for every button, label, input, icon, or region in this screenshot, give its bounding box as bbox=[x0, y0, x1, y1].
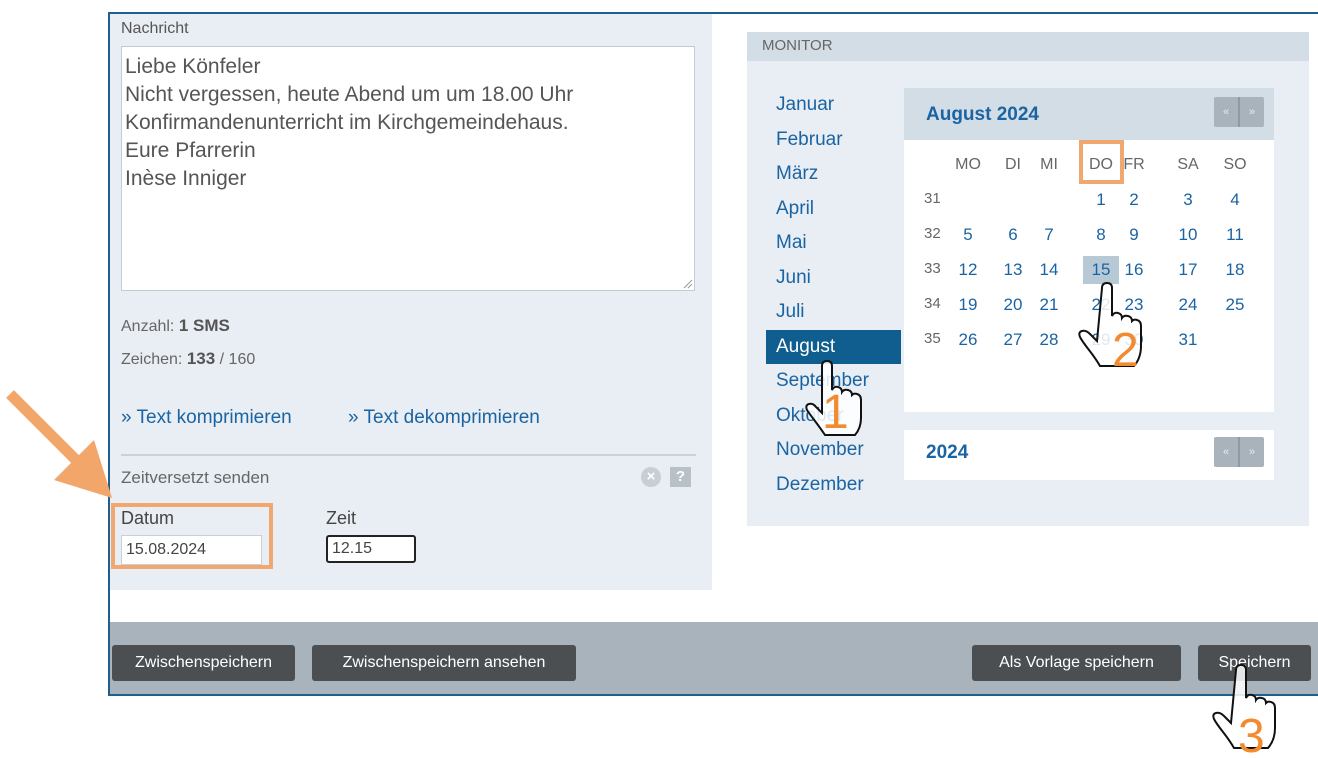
month-item[interactable]: April bbox=[766, 192, 901, 226]
save-template-button[interactable]: Als Vorlage speichern bbox=[972, 645, 1181, 681]
sms-count-label: Anzahl: bbox=[121, 318, 175, 335]
calendar-day[interactable]: 16 bbox=[1116, 256, 1152, 284]
next-year-button[interactable]: » bbox=[1240, 437, 1264, 467]
step-3-label: 3 bbox=[1238, 710, 1265, 758]
week-number: 32 bbox=[924, 225, 941, 242]
month-item[interactable]: Mai bbox=[766, 226, 901, 260]
calendar-day[interactable]: 27 bbox=[995, 326, 1031, 354]
message-textarea[interactable]: Liebe Könfeler Nicht vergessen, heute Ab… bbox=[121, 46, 695, 291]
calendar-day[interactable]: 21 bbox=[1031, 291, 1067, 319]
hand-cursor-icon: 3 bbox=[1212, 664, 1276, 758]
monitor-title: MONITOR bbox=[762, 37, 833, 54]
month-item[interactable]: Februar bbox=[766, 123, 901, 157]
calendar-day[interactable]: 18 bbox=[1217, 256, 1253, 284]
calendar-day[interactable]: 31 bbox=[1170, 326, 1206, 354]
hand-cursor-icon: 2 bbox=[1078, 282, 1142, 377]
year-nav: « » bbox=[1214, 437, 1264, 467]
calendar-day[interactable]: 1 bbox=[1083, 186, 1119, 214]
compress-text-link[interactable]: » Text komprimieren bbox=[121, 407, 292, 429]
clear-icon[interactable]: × bbox=[641, 467, 661, 487]
weekday-header: DI bbox=[1005, 156, 1021, 173]
calendar-day[interactable]: 8 bbox=[1083, 221, 1119, 249]
step-2-label: 2 bbox=[1112, 324, 1139, 377]
calendar-nav: « » bbox=[1214, 97, 1264, 127]
month-item[interactable]: Juni bbox=[766, 261, 901, 295]
calendar-day[interactable]: 6 bbox=[995, 221, 1031, 249]
weekday-header: SO bbox=[1223, 156, 1247, 173]
calendar-day[interactable]: 17 bbox=[1170, 256, 1206, 284]
month-item[interactable]: März bbox=[766, 157, 901, 191]
time-field[interactable] bbox=[326, 535, 416, 563]
weekday-header: MI bbox=[1040, 156, 1058, 173]
calendar-day[interactable]: 14 bbox=[1031, 256, 1067, 284]
calendar-title: August 2024 bbox=[926, 104, 1039, 125]
calendar-day[interactable]: 10 bbox=[1170, 221, 1206, 249]
char-count-max: / 160 bbox=[219, 351, 256, 368]
calendar-day[interactable]: 4 bbox=[1217, 186, 1253, 214]
resize-grip-icon[interactable] bbox=[683, 279, 693, 289]
view-draft-button[interactable]: Zwischenspeichern ansehen bbox=[312, 645, 576, 681]
month-item[interactable]: Januar bbox=[766, 88, 901, 122]
prev-month-button[interactable]: « bbox=[1214, 97, 1238, 127]
month-item[interactable]: August bbox=[766, 329, 901, 364]
step-1-label: 1 bbox=[822, 386, 849, 439]
hand-cursor-icon: 1 bbox=[805, 360, 862, 439]
weekday-header: SA bbox=[1177, 156, 1199, 173]
divider bbox=[121, 454, 696, 456]
calendar-day[interactable]: 15 bbox=[1083, 256, 1119, 284]
calendar-day[interactable]: 24 bbox=[1170, 291, 1206, 319]
calendar-day[interactable]: 20 bbox=[995, 291, 1031, 319]
calendar-day[interactable]: 7 bbox=[1031, 221, 1067, 249]
calendar-day[interactable]: 26 bbox=[950, 326, 986, 354]
sms-count-value: 1 SMS bbox=[178, 316, 230, 335]
sms-count: Anzahl: 1 SMS bbox=[121, 316, 230, 336]
time-label: Zeit bbox=[326, 508, 357, 528]
calendar-day[interactable]: 3 bbox=[1170, 186, 1206, 214]
calendar-day[interactable]: 19 bbox=[950, 291, 986, 319]
week-number: 31 bbox=[924, 190, 941, 207]
year-title: 2024 bbox=[926, 442, 969, 463]
message-label: Nachricht bbox=[121, 20, 189, 37]
decompress-text-link[interactable]: » Text dekomprimieren bbox=[348, 407, 540, 429]
weekday-header: MO bbox=[955, 156, 981, 173]
week-number: 35 bbox=[924, 330, 941, 347]
week-number: 33 bbox=[924, 260, 941, 277]
calendar-day[interactable]: 9 bbox=[1116, 221, 1152, 249]
char-count-value: 133 bbox=[186, 349, 216, 368]
weekday-highlight-box bbox=[1079, 140, 1124, 184]
save-draft-button[interactable]: Zwischenspeichern bbox=[112, 645, 295, 681]
week-number: 34 bbox=[924, 295, 941, 312]
calendar-day[interactable]: 25 bbox=[1217, 291, 1253, 319]
date-highlight-box bbox=[111, 503, 273, 569]
month-item[interactable]: Dezember bbox=[766, 468, 901, 502]
calendar-day[interactable]: 28 bbox=[1031, 326, 1067, 354]
month-item[interactable]: Juli bbox=[766, 295, 901, 329]
calendar-day[interactable]: 11 bbox=[1217, 221, 1253, 249]
calendar-day[interactable]: 12 bbox=[950, 256, 986, 284]
char-count-label: Zeichen: bbox=[121, 351, 183, 368]
calendar-day[interactable]: 2 bbox=[1116, 186, 1152, 214]
calendar-day[interactable]: 5 bbox=[950, 221, 986, 249]
calendar-day[interactable]: 13 bbox=[995, 256, 1031, 284]
pointer-arrow-icon bbox=[6, 390, 112, 498]
help-icon[interactable]: ? bbox=[670, 467, 691, 487]
prev-year-button[interactable]: « bbox=[1214, 437, 1238, 467]
char-count: Zeichen: 133 / 160 bbox=[121, 349, 255, 369]
deferred-send-title: Zeitversetzt senden bbox=[121, 468, 270, 487]
next-month-button[interactable]: » bbox=[1240, 97, 1264, 127]
